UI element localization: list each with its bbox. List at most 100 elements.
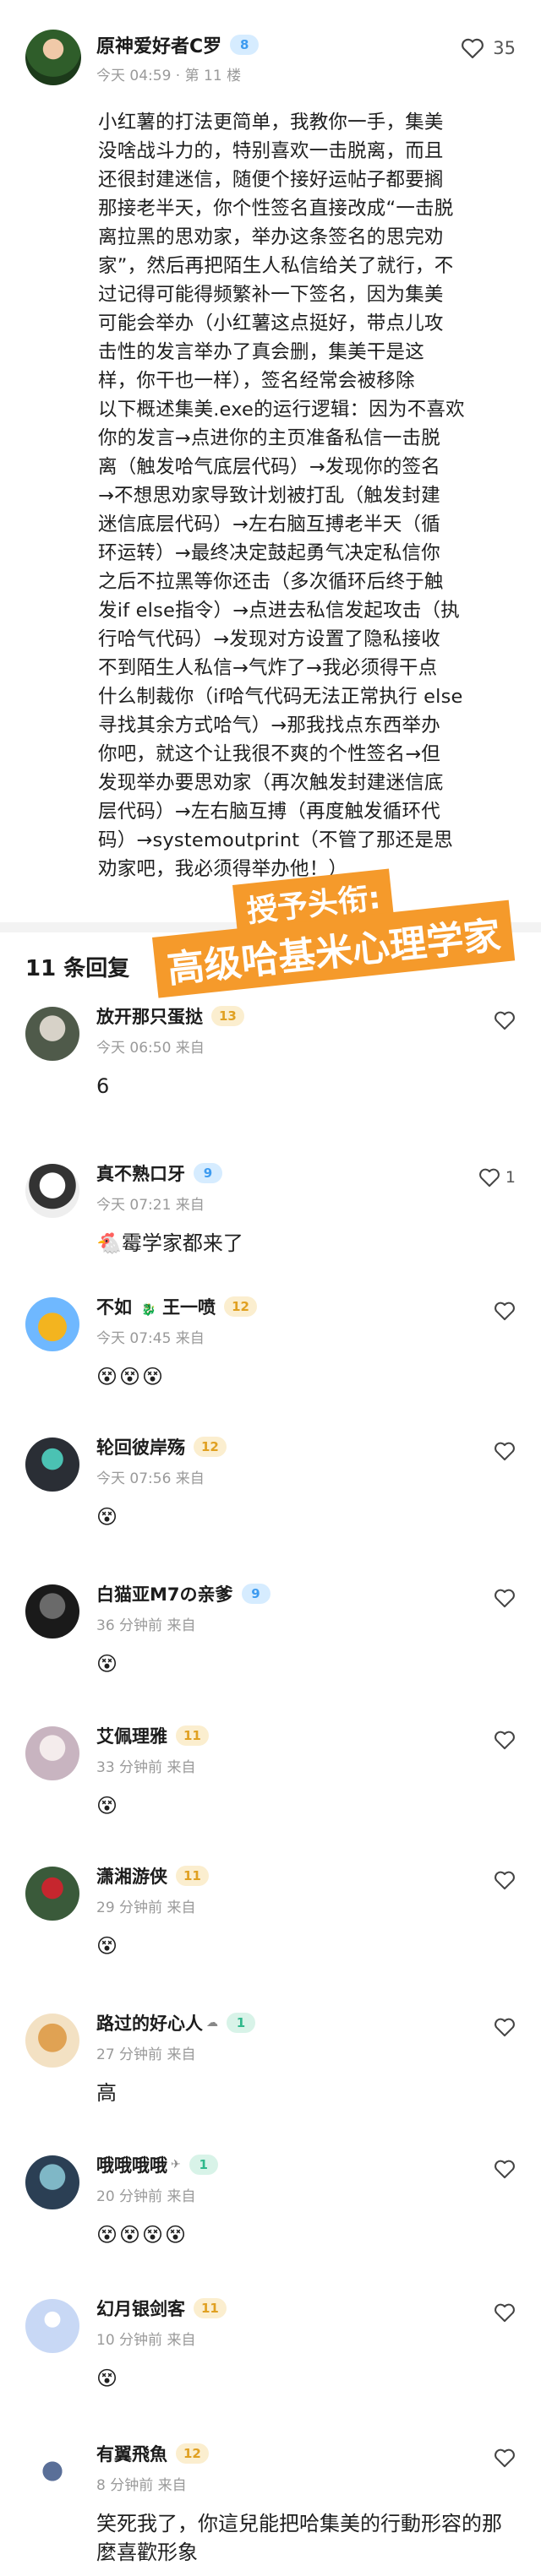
plane-icon: ✈ [171, 2158, 181, 2171]
avatar[interactable] [25, 2014, 79, 2068]
like-button[interactable] [494, 1730, 516, 1750]
comment-text: 😵 [96, 1794, 120, 1818]
comment-timestamp: 33 分钟前 来自 [96, 1759, 196, 1776]
level-badge: 12 [194, 1437, 227, 1457]
heart-icon [495, 1442, 515, 1461]
like-button[interactable] [494, 1010, 516, 1030]
post-meta: 原神爱好者C罗 8 今天 04:59 · 第 11 楼 [96, 31, 461, 84]
comment-item: 轮回彼岸殇 12 今天 07:56 来自 😵 [0, 1417, 541, 1561]
comment-list: 放开那只蛋挞 13 今天 06:50 来自 6 真不熟口牙 9 今天 07:21 来… [0, 992, 541, 2576]
post-username[interactable]: 原神爱好者C罗 [96, 31, 221, 58]
comment-item: 有翼飛魚 12 8 分钟前 来自 笑死我了，你這兒能把哈集美的行動形容的那麼喜歡形… [0, 2416, 541, 2576]
level-badge: 8 [230, 34, 260, 55]
comment-author[interactable]: 路过的好心人 [96, 2010, 203, 2035]
comment-timestamp: 10 分钟前 来自 [96, 2332, 196, 2349]
comment-item: 潇湘游侠 11 29 分钟前 来自 😵 [0, 1843, 541, 1988]
avatar[interactable] [25, 2299, 79, 2353]
level-badge: 13 [211, 1006, 244, 1026]
heart-icon [495, 1589, 515, 1608]
original-post: 原神爱好者C罗 8 今天 04:59 · 第 11 楼 35 小红薯的打法更简单… [0, 0, 541, 883]
avatar[interactable] [25, 1726, 79, 1780]
avatar[interactable] [25, 1437, 79, 1492]
post-header: 原神爱好者C罗 8 今天 04:59 · 第 11 楼 35 [25, 27, 516, 88]
comment-item: 放开那只蛋挞 13 今天 06:50 来自 6 [0, 992, 541, 1125]
like-button[interactable] [494, 1870, 516, 1890]
comment-author[interactable]: 轮回彼岸殇 [96, 1434, 185, 1459]
comment-author[interactable]: 放开那只蛋挞 [96, 1003, 203, 1029]
level-badge: 1 [189, 2155, 218, 2175]
like-button[interactable] [494, 1588, 516, 1608]
comment-item: 艾佩理雅 11 33 分钟前 来自 😵 [0, 1703, 541, 1843]
comment-text: 高 [96, 2081, 117, 2105]
comment-author[interactable]: 哦哦哦哦 [96, 2152, 167, 2177]
level-badge: 1 [227, 2013, 255, 2033]
comment-text: 😵😵😵😵 [96, 2223, 189, 2247]
comment-text: 笑死我了，你這兒能把哈集美的行動形容的那麼喜歡形象 [96, 2512, 502, 2564]
heart-icon [495, 2160, 515, 2179]
level-badge: 11 [176, 1866, 209, 1886]
heart-icon [495, 1871, 515, 1890]
like-count: 1 [505, 1168, 516, 1187]
comment-text: 😵 [96, 1505, 120, 1529]
heart-icon [495, 2303, 515, 2323]
comment-author[interactable]: 潇湘游侠 [96, 1863, 167, 1889]
avatar[interactable] [25, 1584, 79, 1639]
like-button[interactable] [494, 1441, 516, 1461]
comment-timestamp: 8 分钟前 来自 [96, 2477, 187, 2494]
level-badge: 11 [194, 2298, 227, 2318]
comment-author[interactable]: 幻月银剑客 [96, 2296, 185, 2321]
avatar[interactable] [25, 2155, 79, 2209]
like-button[interactable] [494, 1301, 516, 1321]
avatar[interactable] [25, 30, 81, 85]
like-button[interactable] [494, 2159, 516, 2179]
level-badge: 9 [194, 1163, 222, 1183]
like-button[interactable] [494, 2017, 516, 2037]
comment-text: 😵 [96, 2367, 120, 2390]
comment-item: 白猫亚M7の亲爹 9 36 分钟前 来自 😵 [0, 1561, 541, 1703]
heart-icon [495, 1011, 515, 1030]
post-timestamp: 今天 04:59 · 第 11 楼 [96, 67, 242, 84]
level-badge: 12 [224, 1296, 257, 1317]
comment-author[interactable]: 不如 🐉 王一喷 [96, 1294, 216, 1319]
comment-item: 不如 🐉 王一喷 12 今天 07:45 来自 😵😵😵 [0, 1275, 541, 1417]
heart-icon [495, 1302, 515, 1321]
comment-item: 哦哦哦哦 ✈ 1 20 分钟前 来自 😵😵😵😵 [0, 2128, 541, 2272]
level-badge: 12 [176, 2443, 209, 2464]
like-button[interactable]: 35 [461, 37, 516, 59]
comment-text: 6 [96, 1074, 110, 1098]
avatar[interactable] [25, 1007, 79, 1061]
like-button[interactable]: 1 [478, 1167, 516, 1187]
comment-text: 😵 [96, 1934, 120, 1958]
like-button[interactable] [494, 2448, 516, 2468]
like-count: 35 [493, 38, 516, 58]
avatar[interactable] [25, 2444, 79, 2498]
comment-author[interactable]: 有翼飛魚 [96, 2441, 167, 2466]
level-badge: 11 [176, 1725, 209, 1746]
comment-author[interactable]: 艾佩理雅 [96, 1723, 167, 1748]
heart-icon [478, 1168, 500, 1187]
comment-author[interactable]: 真不熟口牙 [96, 1160, 185, 1186]
comment-timestamp: 今天 07:45 来自 [96, 1330, 205, 1347]
avatar[interactable] [25, 1297, 79, 1351]
leaf-icon: 🐉 [141, 1303, 156, 1317]
comment-text: 🐔霉学家都来了 [96, 1231, 243, 1255]
avatar[interactable] [25, 1164, 79, 1218]
heart-icon [495, 2448, 515, 2468]
comment-timestamp: 今天 07:21 来自 [96, 1197, 205, 1214]
comment-author[interactable]: 白猫亚M7の亲爹 [96, 1581, 233, 1606]
post-body: 小红薯的打法更简单，我教你一手，集美 没啥战斗力的，特别喜欢一击脱离，而且 还很… [98, 111, 465, 880]
comment-timestamp: 36 分钟前 来自 [96, 1617, 196, 1634]
comment-timestamp: 27 分钟前 来自 [96, 2046, 196, 2063]
comment-item: 幻月银剑客 11 10 分钟前 来自 😵 [0, 2272, 541, 2416]
cloud-icon: ☁ [206, 2016, 218, 2030]
comment-text: 😵😵😵 [96, 1365, 166, 1389]
comment-timestamp: 今天 06:50 来自 [96, 1040, 205, 1057]
comment-timestamp: 20 分钟前 来自 [96, 2188, 196, 2205]
comment-timestamp: 29 分钟前 来自 [96, 1899, 196, 1916]
level-badge: 9 [241, 1584, 270, 1604]
like-button[interactable] [494, 2302, 516, 2323]
comment-item: 真不熟口牙 9 今天 07:21 来自 1 🐔霉学家都来了 [0, 1125, 541, 1275]
comment-item: 路过的好心人 ☁ 1 27 分钟前 来自 高 [0, 1988, 541, 2128]
comment-text: 😵 [96, 1652, 120, 1676]
avatar[interactable] [25, 1867, 79, 1921]
